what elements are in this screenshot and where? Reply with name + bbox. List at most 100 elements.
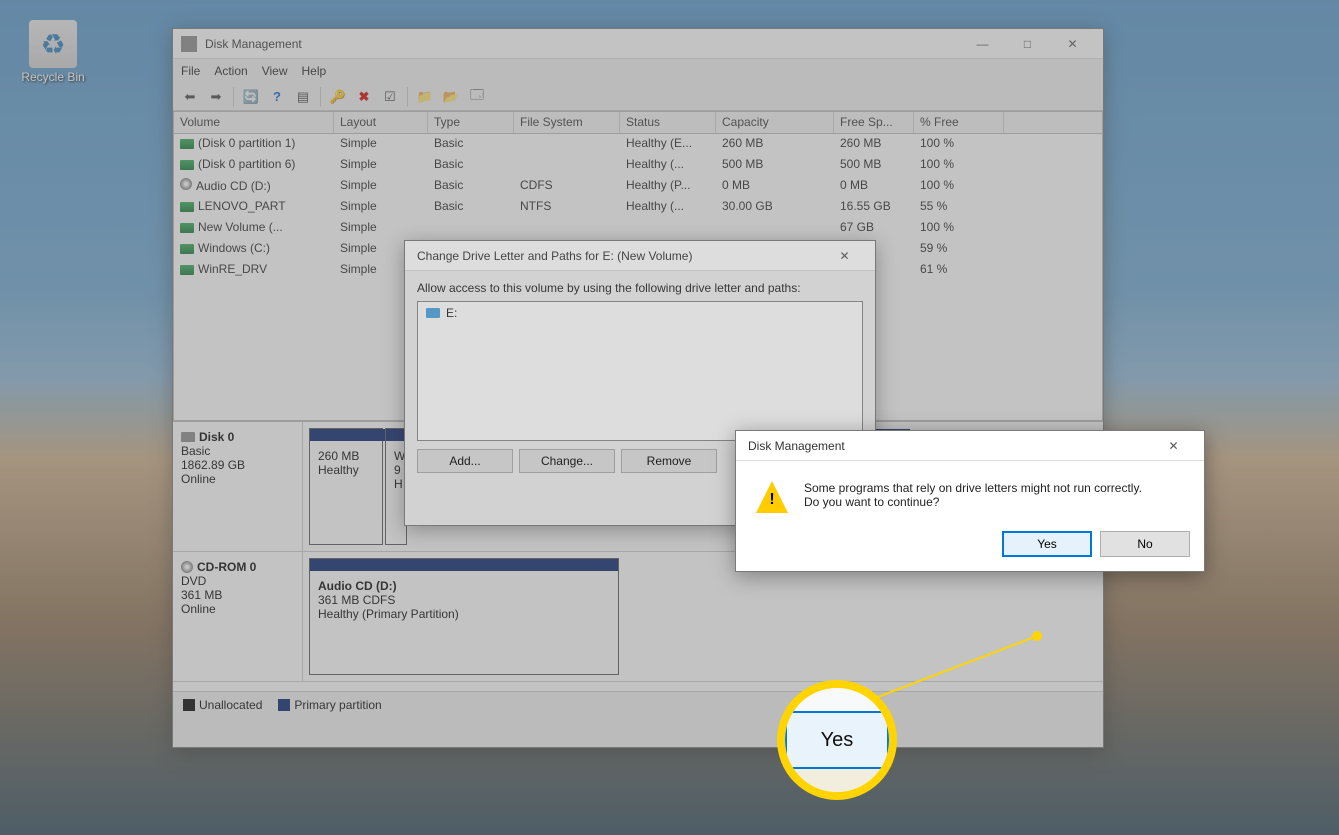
confirm-titlebar[interactable]: Disk Management ✕: [736, 431, 1204, 461]
table-row[interactable]: (Disk 0 partition 1)SimpleBasicHealthy (…: [174, 134, 1102, 155]
column-header[interactable]: Layout: [334, 112, 428, 133]
column-header[interactable]: Capacity: [716, 112, 834, 133]
add-button[interactable]: Add...: [417, 449, 513, 473]
menu-file[interactable]: File: [181, 64, 200, 78]
dialog-titlebar[interactable]: Change Drive Letter and Paths for E: (Ne…: [405, 241, 875, 271]
minimize-button[interactable]: —: [960, 30, 1005, 58]
partition-box[interactable]: 260 MB Healthy: [309, 428, 383, 545]
cdrom0-info: CD-ROM 0 DVD 361 MB Online: [173, 552, 303, 681]
column-header[interactable]: Status: [620, 112, 716, 133]
table-cell: 55 %: [914, 197, 1004, 218]
table-cell: Basic: [428, 176, 514, 197]
table-cell: [514, 134, 620, 155]
column-header[interactable]: File System: [514, 112, 620, 133]
maximize-button[interactable]: □: [1005, 30, 1050, 58]
add-icon[interactable]: 📁: [414, 86, 436, 108]
part-status: Healthy: [318, 463, 374, 477]
table-cell: 100 %: [914, 176, 1004, 197]
drive-letter-listbox[interactable]: E:: [417, 301, 863, 441]
close-icon[interactable]: ✕: [1151, 432, 1196, 460]
table-cell: [620, 218, 716, 239]
table-cell: WinRE_DRV: [174, 260, 334, 281]
refresh-icon[interactable]: 🔄: [240, 86, 262, 108]
table-cell: 500 MB: [716, 155, 834, 176]
titlebar[interactable]: Disk Management — □ ✕: [173, 29, 1103, 59]
cdrom0-type: DVD: [181, 574, 294, 588]
table-cell: 67 GB: [834, 218, 914, 239]
toolbar: ⬅ ➡ 🔄 ? ▤ 🔑 ✖ ☑ 📁 📂 🗔: [173, 83, 1103, 111]
no-button[interactable]: No: [1100, 531, 1190, 557]
menu-view[interactable]: View: [262, 64, 288, 78]
part-size: 9: [394, 463, 398, 477]
volume-icon: [180, 223, 194, 233]
recycle-bin-label: Recycle Bin: [18, 70, 88, 84]
table-cell: 30.00 GB: [716, 197, 834, 218]
delete-icon[interactable]: ✖: [353, 86, 375, 108]
table-cell: Basic: [428, 155, 514, 176]
table-row[interactable]: (Disk 0 partition 6)SimpleBasicHealthy (…: [174, 155, 1102, 176]
column-header[interactable]: Volume: [174, 112, 334, 133]
recycle-bin-icon[interactable]: ♻ Recycle Bin: [18, 20, 88, 84]
disk-icon: [181, 432, 195, 442]
details-icon[interactable]: 🗔: [466, 86, 488, 108]
dialog-title: Change Drive Letter and Paths for E: (Ne…: [413, 249, 822, 263]
callout-zoom: Yes: [777, 680, 897, 800]
cdrom0-name: CD-ROM 0: [197, 560, 256, 574]
disk0-status: Online: [181, 472, 294, 486]
table-cell: Simple: [334, 218, 428, 239]
callout-yes-label: Yes: [785, 711, 889, 769]
legend-unallocated-label: Unallocated: [199, 698, 262, 712]
table-cell: (Disk 0 partition 1): [174, 134, 334, 155]
table-cell: 260 MB: [716, 134, 834, 155]
table-row[interactable]: LENOVO_PARTSimpleBasicNTFSHealthy (...30…: [174, 197, 1102, 218]
legend: Unallocated Primary partition: [173, 691, 1103, 717]
column-header[interactable]: % Free: [914, 112, 1004, 133]
partition-box[interactable]: Audio CD (D:) 361 MB CDFS Healthy (Prima…: [309, 558, 619, 675]
table-cell: Windows (C:): [174, 239, 334, 260]
table-icon[interactable]: ▤: [292, 86, 314, 108]
close-button[interactable]: ✕: [1050, 30, 1095, 58]
confirm-message: Some programs that rely on drive letters…: [804, 481, 1144, 513]
help-icon[interactable]: ?: [266, 86, 288, 108]
table-cell: 59 %: [914, 239, 1004, 260]
disk0-name: Disk 0: [199, 430, 234, 444]
disk0-info: Disk 0 Basic 1862.89 GB Online: [173, 422, 303, 551]
app-icon: [181, 36, 197, 52]
table-cell: 100 %: [914, 134, 1004, 155]
window-title: Disk Management: [205, 37, 960, 51]
cd-icon: [181, 561, 193, 573]
table-cell: 500 MB: [834, 155, 914, 176]
table-cell: [514, 155, 620, 176]
cdrom0-size: 361 MB: [181, 588, 294, 602]
yes-button[interactable]: Yes: [1002, 531, 1092, 557]
table-cell: LENOVO_PART: [174, 197, 334, 218]
close-icon[interactable]: ✕: [822, 242, 867, 270]
menu-help[interactable]: Help: [302, 64, 327, 78]
table-row[interactable]: New Volume (...Simple67 GB100 %: [174, 218, 1102, 239]
confirm-body: ! Some programs that rely on drive lette…: [736, 461, 1204, 523]
back-icon[interactable]: ⬅: [179, 86, 201, 108]
table-cell: Basic: [428, 134, 514, 155]
change-button[interactable]: Change...: [519, 449, 615, 473]
table-row[interactable]: Audio CD (D:)SimpleBasicCDFSHealthy (P..…: [174, 176, 1102, 197]
part-label: W: [394, 449, 398, 463]
volume-icon: [180, 139, 194, 149]
settings-icon[interactable]: 🔑: [327, 86, 349, 108]
remove-button[interactable]: Remove: [621, 449, 717, 473]
dialog-instruction: Allow access to this volume by using the…: [417, 281, 863, 295]
menu-action[interactable]: Action: [214, 64, 247, 78]
column-header[interactable]: Free Sp...: [834, 112, 914, 133]
volume-icon: [180, 202, 194, 212]
volume-icon: [180, 265, 194, 275]
table-cell: Simple: [334, 176, 428, 197]
trash-icon: ♻: [29, 20, 77, 68]
upload-icon[interactable]: 📂: [440, 86, 462, 108]
properties-icon[interactable]: ☑: [379, 86, 401, 108]
column-header[interactable]: Type: [428, 112, 514, 133]
table-cell: Healthy (P...: [620, 176, 716, 197]
part-size: 260 MB: [318, 449, 374, 463]
part-size: 361 MB CDFS: [318, 593, 610, 607]
volume-icon: [180, 178, 192, 190]
forward-icon[interactable]: ➡: [205, 86, 227, 108]
part-status: Healthy (Primary Partition): [318, 607, 610, 621]
